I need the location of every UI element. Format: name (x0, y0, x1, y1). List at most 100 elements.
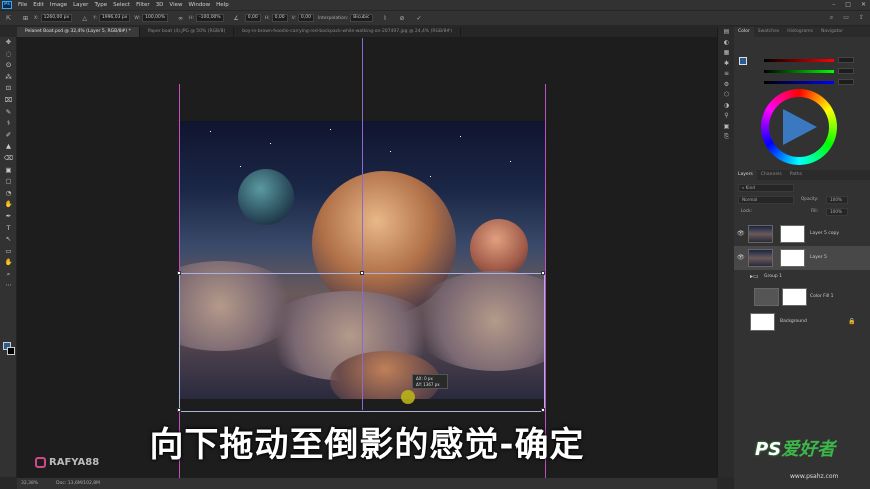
layer-name[interactable]: Layer 5 copy (810, 231, 839, 236)
type-tool-icon[interactable]: T (0, 223, 17, 235)
menu-edit[interactable]: Edit (30, 2, 47, 8)
layer-row[interactable]: 👁 Layer 5 copy (734, 222, 870, 246)
move-tool-icon[interactable]: ✥ (0, 37, 17, 49)
x-field[interactable]: 1260,00 px (40, 14, 73, 22)
gradient-tool-icon[interactable]: ▣ (0, 165, 17, 177)
color-panel-fg-swatch[interactable] (739, 57, 747, 65)
reference-point-icon[interactable]: ⊞ (21, 14, 30, 23)
green-slider[interactable] (764, 70, 834, 73)
green-value[interactable] (838, 68, 854, 74)
actions-icon[interactable]: ▣ (718, 122, 735, 133)
blue-value[interactable] (838, 79, 854, 85)
adjustments-icon[interactable]: ◐ (718, 38, 735, 49)
tab-swatches[interactable]: Swatches (754, 27, 784, 37)
share-icon[interactable]: ⇪ (859, 14, 864, 22)
workspace-icon[interactable]: ▭ (843, 14, 849, 22)
minimize-button[interactable]: – (832, 1, 835, 8)
canvas-area[interactable]: ΔX: 0 px ΔY: 1367 px 向下拖动至倒影的感觉-确定 RAFYA… (17, 37, 717, 478)
path-tool-icon[interactable]: ✒ (0, 211, 17, 223)
fill-field[interactable]: 100% (826, 208, 848, 216)
marquee-tool-icon[interactable]: ◌ (0, 49, 17, 61)
menu-file[interactable]: File (15, 2, 30, 8)
blue-slider[interactable] (764, 81, 834, 84)
layer-mask-thumbnail[interactable] (780, 249, 805, 267)
tab-color[interactable]: Color (734, 27, 754, 37)
color-triangle[interactable] (783, 109, 817, 145)
lock-icon[interactable]: 🔒 (848, 318, 855, 325)
zoom-level[interactable]: 32,38% (21, 481, 38, 486)
zoom-tool-icon[interactable]: ⌕ (0, 269, 17, 281)
vskew-field[interactable]: 0,00 (297, 14, 314, 22)
interpolation-select[interactable]: Bicubic (350, 14, 373, 22)
tab-navigator[interactable]: Navigator (817, 27, 847, 37)
menu-image[interactable]: Image (47, 2, 70, 8)
tab-histograms[interactable]: Histograms (783, 27, 817, 37)
delta-icon[interactable]: △ (80, 14, 89, 23)
layer-mask-thumbnail[interactable] (782, 288, 807, 306)
transform-bounding-box[interactable] (177, 38, 545, 412)
blend-mode-select[interactable]: Normal (738, 196, 794, 204)
layer-kind-filter[interactable]: ⌕ Kind (738, 184, 794, 192)
layer-mask-thumbnail[interactable] (780, 225, 805, 243)
w-field[interactable]: 100,00% (142, 14, 169, 22)
link-icon[interactable]: ∞ (176, 14, 185, 23)
crop-tool-icon[interactable]: ⊡ (0, 83, 17, 95)
layer-row[interactable]: Color Fill 1 (734, 285, 870, 309)
maximize-button[interactable]: □ (845, 1, 851, 8)
menu-select[interactable]: Select (110, 2, 133, 8)
clone-stamp-tool-icon[interactable]: ▲ (0, 141, 17, 153)
hand-tool-icon[interactable]: ✋ (0, 257, 17, 269)
eraser-tool-icon[interactable]: ⌫ (0, 153, 17, 165)
warp-icon[interactable]: ⌇ (381, 14, 390, 23)
dodge-tool-icon[interactable]: ◔ (0, 188, 17, 200)
eyedropper-tool-icon[interactable]: ✎ (0, 107, 17, 119)
lasso-tool-icon[interactable]: ʘ (0, 60, 17, 72)
blur-tool-icon[interactable]: ▢ (0, 176, 17, 188)
transform-handle-tr[interactable] (541, 271, 545, 275)
quick-select-tool-icon[interactable]: ⁂ (0, 72, 17, 84)
menu-3d[interactable]: 3D (153, 2, 167, 8)
tab-paper-boat[interactable]: Paper boat (4).JPG @ 50% (RGB/8) (140, 27, 235, 37)
menu-window[interactable]: Window (185, 2, 213, 8)
brushes-icon[interactable]: ✱ (718, 59, 735, 70)
menu-layer[interactable]: Layer (70, 2, 91, 8)
libraries-icon[interactable]: ▦ (718, 48, 735, 59)
properties-icon[interactable]: ▤ (718, 27, 735, 38)
shape-tool-icon[interactable]: ▭ (0, 246, 17, 258)
path-select-tool-icon[interactable]: ↖ (0, 234, 17, 246)
tool-presets-icon[interactable]: ⚙ (718, 80, 735, 91)
styles-icon[interactable]: ◑ (718, 101, 735, 112)
tab-pelanet-boat[interactable]: Pelanet Boat.psd @ 32,4% (Layer 5, RGB/8… (17, 27, 140, 37)
tab-layers[interactable]: Layers (734, 170, 757, 180)
brush-tool-icon[interactable]: ✐ (0, 130, 17, 142)
layer-row-group[interactable]: ▸▭ Group 1 (734, 270, 870, 284)
tab-channels[interactable]: Channels (757, 170, 786, 180)
hskew-field[interactable]: 0,00 (271, 14, 288, 22)
pen-tool-icon[interactable]: ✋ (0, 199, 17, 211)
visibility-eye-icon[interactable]: 👁 (737, 230, 745, 237)
more-tools-icon[interactable]: ⋯ (0, 280, 17, 292)
menu-view[interactable]: View (166, 2, 185, 8)
layer-name[interactable]: Color Fill 1 (810, 294, 833, 299)
3d-icon[interactable]: ⬡ (718, 90, 735, 101)
transform-handle-tl[interactable] (177, 271, 181, 275)
y-field[interactable]: 1996,03 px (98, 14, 131, 22)
menu-filter[interactable]: Filter (133, 2, 153, 8)
healing-tool-icon[interactable]: ⚕ (0, 118, 17, 130)
tab-boy-hoodie[interactable]: boy-in-brown-hoodie-carrying-red-backpac… (234, 27, 461, 37)
background-color-swatch[interactable] (7, 347, 15, 355)
close-button[interactable]: ✕ (861, 1, 866, 8)
frame-tool-icon[interactable]: ⌧ (0, 95, 17, 107)
color-wheel[interactable] (761, 89, 837, 165)
transform-handle-br[interactable] (541, 408, 545, 412)
layer-row-selected[interactable]: 👁 Layer 5 (734, 246, 870, 270)
visibility-eye-icon[interactable]: 👁 (737, 254, 745, 261)
angle-field[interactable]: 0,00 (244, 14, 261, 22)
tab-paths[interactable]: Paths (786, 170, 806, 180)
layer-name[interactable]: Background (780, 319, 807, 324)
info-icon[interactable]: ⚲ (718, 111, 735, 122)
history-icon[interactable]: ⎘ (718, 132, 735, 143)
menu-help[interactable]: Help (213, 2, 232, 8)
h-field[interactable]: -100,00% (196, 14, 224, 22)
cancel-transform-icon[interactable]: ⊘ (398, 14, 407, 23)
